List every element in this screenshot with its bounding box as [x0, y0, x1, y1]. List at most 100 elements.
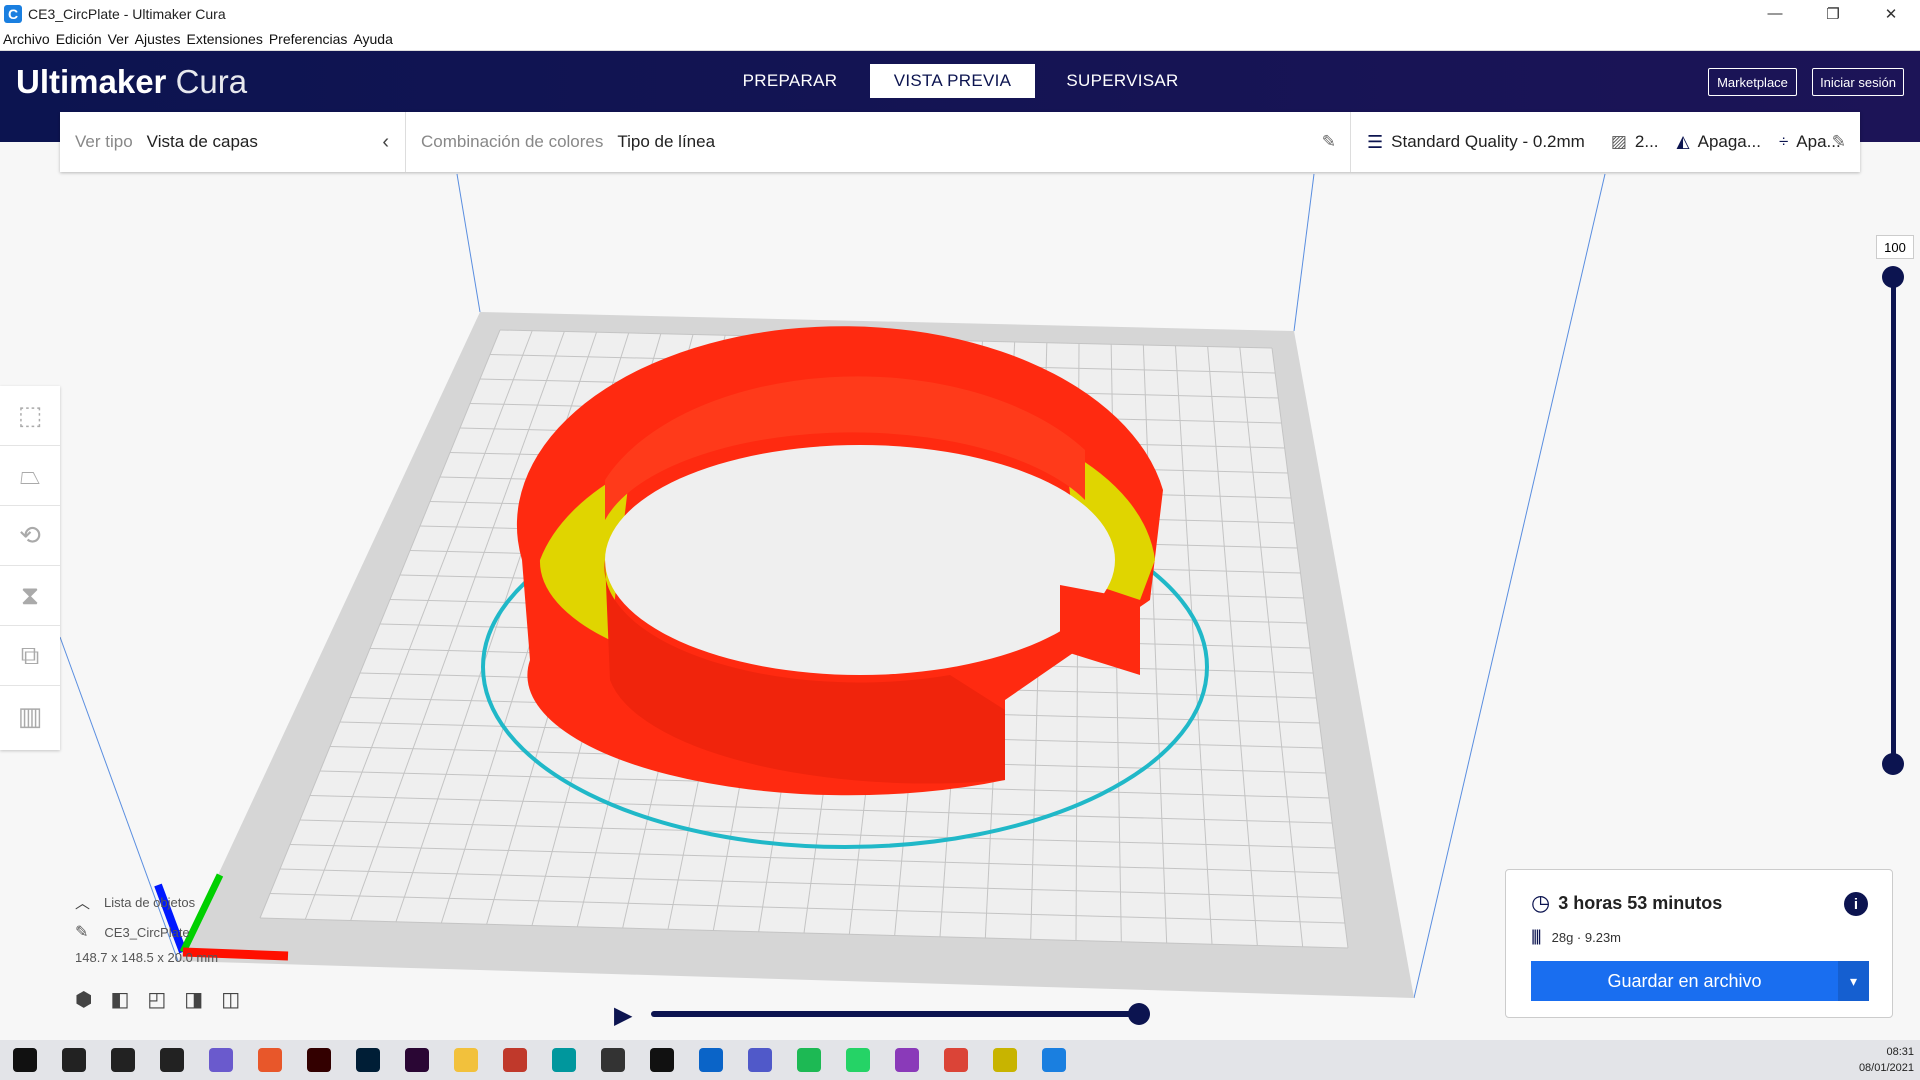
front-view-icon[interactable]: ◧ [110, 987, 129, 1012]
taskbar-photoshop[interactable] [343, 1040, 392, 1080]
simulation-slider[interactable] [651, 1003, 1150, 1025]
brand-logo: Ultimaker Cura [16, 63, 248, 100]
menu-extensiones[interactable]: Extensiones [184, 31, 266, 47]
object-list: ︿ Lista de objetos ✎ CE3_CircPlate 148.7… [75, 890, 240, 1012]
window-title: CE3_CircPlate - Ultimaker Cura [28, 5, 226, 22]
play-simulation-button[interactable]: ▶ [614, 1001, 632, 1030]
task-view-icon [159, 1048, 184, 1072]
taskbar-netflix[interactable] [637, 1040, 686, 1080]
maximize-button[interactable]: ❐ [1804, 0, 1862, 27]
menu-ver[interactable]: Ver [105, 31, 132, 47]
taskbar-cura[interactable] [1029, 1040, 1078, 1080]
taskbar-app-red[interactable] [490, 1040, 539, 1080]
view-type-value: Vista de capas [146, 132, 258, 151]
cortana-icon [110, 1048, 135, 1072]
spotify-icon [796, 1048, 821, 1072]
search-icon [61, 1048, 86, 1072]
scale-tool-button[interactable]: ⏢ [0, 446, 60, 506]
view-type-label: Ver tipo [75, 132, 133, 151]
menu-ayuda[interactable]: Ayuda [350, 31, 395, 47]
print-settings-selector[interactable]: ☰ Standard Quality - 0.2mm ▨ 2... ◭ Apag… [1351, 112, 1860, 172]
start-icon [12, 1048, 37, 1072]
rotate-icon: ⟲ [19, 520, 41, 550]
layer-slider[interactable] [1882, 266, 1904, 775]
tool-panel: ⬚ ⏢ ⟲ ⧗ ⧉ ▥ [0, 386, 60, 750]
tab-vista-previa[interactable]: VISTA PREVIA [870, 64, 1035, 98]
3d-view-icon[interactable]: ⬢ [75, 987, 92, 1012]
support-icon: ◭ [1676, 132, 1690, 151]
inner-hole [605, 445, 1115, 675]
taskbar-instagram[interactable] [882, 1040, 931, 1080]
clock-icon: ◷ [1531, 890, 1551, 915]
taskbar-premiere[interactable] [392, 1040, 441, 1080]
save-button-label: Guardar en archivo [1607, 970, 1762, 991]
system-clock[interactable]: 08:31 08/01/2021 [1859, 1044, 1914, 1076]
menu-archivo[interactable]: Archivo [0, 31, 53, 47]
right-view-icon[interactable]: ◫ [221, 987, 240, 1012]
tab-supervisar[interactable]: SUPERVISAR [1065, 64, 1180, 98]
taskbar-cura-orange[interactable] [245, 1040, 294, 1080]
taskbar-arduino[interactable] [539, 1040, 588, 1080]
taskbar-cortana[interactable] [98, 1040, 147, 1080]
menu-bar: Archivo Edición Ver Ajustes Extensiones … [0, 27, 1920, 51]
support-blocker-button[interactable]: ▥ [0, 686, 60, 746]
pencil-icon: ✎ [1321, 132, 1336, 151]
taskbar-mail[interactable] [686, 1040, 735, 1080]
taskbar-start[interactable] [0, 1040, 49, 1080]
camera-view-buttons: ⬢ ◧ ◰ ◨ ◫ [75, 987, 240, 1012]
taskbar-illustrator[interactable] [294, 1040, 343, 1080]
simulation-slider-handle[interactable] [1128, 1003, 1150, 1025]
whatsapp-icon [845, 1048, 870, 1072]
save-to-file-button[interactable]: Guardar en archivo ▾ [1531, 961, 1869, 1001]
layer-slider-bottom-handle[interactable] [1882, 753, 1904, 775]
clock-date: 08/01/2021 [1858, 1062, 1914, 1074]
mirror-tool-button[interactable]: ⧗ [0, 566, 60, 626]
taskbar-chrome[interactable] [931, 1040, 980, 1080]
quality-value: Standard Quality - 0.2mm [1391, 132, 1585, 151]
per-model-settings-icon: ⧉ [20, 639, 40, 670]
quality-icon: ☰ [1367, 131, 1384, 152]
netflix-icon [649, 1048, 674, 1072]
marketplace-button[interactable]: Marketplace [1708, 68, 1797, 96]
signin-button[interactable]: Iniciar sesión [1812, 68, 1904, 96]
left-view-icon[interactable]: ◨ [184, 987, 203, 1012]
info-icon[interactable]: i [1844, 892, 1868, 916]
object-list-toggle[interactable]: ︿ Lista de objetos [75, 890, 240, 914]
rotate-tool-button[interactable]: ⟲ [0, 506, 60, 566]
filament-icon: |||| [1531, 928, 1542, 945]
windows-taskbar: 08:31 08/01/2021 [0, 1040, 1920, 1080]
color-scheme-selector[interactable]: Combinación de colores Tipo de línea ✎ [406, 112, 1350, 172]
move-tool-button[interactable]: ⬚ [0, 386, 60, 446]
taskbar-app-yellow[interactable] [980, 1040, 1029, 1080]
minimize-button[interactable]: — [1746, 0, 1804, 27]
app-icon [208, 1048, 233, 1072]
layer-slider-top-handle[interactable] [1882, 266, 1904, 288]
per-model-settings-button[interactable]: ⧉ [0, 626, 60, 686]
taskbar-task-view[interactable] [147, 1040, 196, 1080]
cura-orange-icon [257, 1048, 282, 1072]
taskbar-teams[interactable] [735, 1040, 784, 1080]
clock-time: 08:31 [1886, 1046, 1914, 1058]
taskbar-app[interactable] [196, 1040, 245, 1080]
object-dimensions: 148.7 x 148.5 x 20.0 mm [75, 950, 219, 965]
tab-preparar[interactable]: PREPARAR [735, 64, 845, 98]
taskbar-explorer[interactable] [441, 1040, 490, 1080]
menu-edicion[interactable]: Edición [53, 31, 105, 47]
close-button[interactable]: ✕ [1862, 0, 1920, 27]
explorer-icon [453, 1048, 478, 1072]
top-view-icon[interactable]: ◰ [147, 987, 166, 1012]
menu-ajustes[interactable]: Ajustes [132, 31, 184, 47]
taskbar-spotify[interactable] [784, 1040, 833, 1080]
taskbar-search[interactable] [49, 1040, 98, 1080]
object-name[interactable]: CE3_CircPlate [104, 925, 189, 940]
object-list-title: Lista de objetos [104, 894, 196, 910]
layer-value-label[interactable]: 100 [1876, 235, 1914, 259]
view-type-selector[interactable]: Ver tipo Vista de capas ‹ [60, 112, 405, 172]
menu-preferencias[interactable]: Preferencias [266, 31, 351, 47]
taskbar-whatsapp[interactable] [833, 1040, 882, 1080]
scale-icon: ⏢ [19, 459, 41, 490]
store-icon [600, 1048, 625, 1072]
chevron-down-icon[interactable]: ▾ [1838, 961, 1869, 1001]
view-toolbar: Ver tipo Vista de capas ‹ Combinación de… [60, 112, 1860, 172]
taskbar-store[interactable] [588, 1040, 637, 1080]
